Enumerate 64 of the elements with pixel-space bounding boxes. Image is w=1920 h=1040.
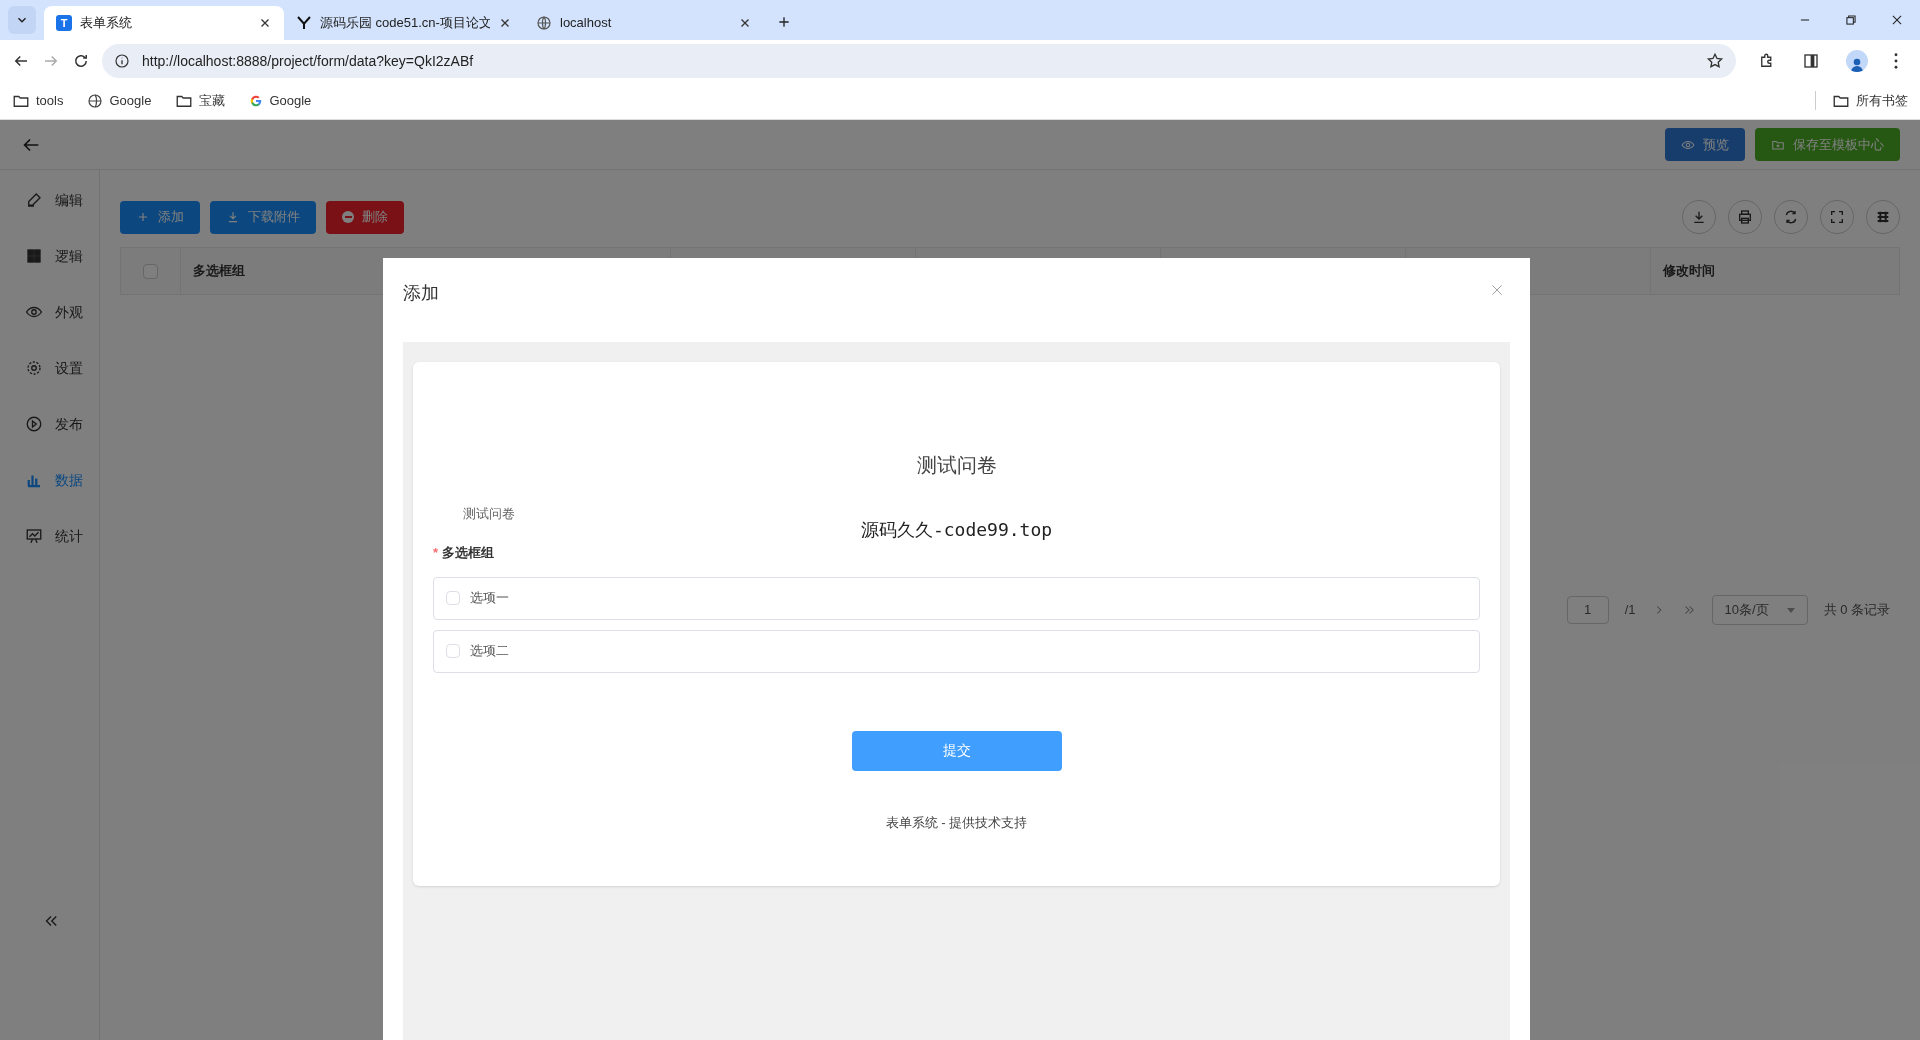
sidebar-item[interactable]: 编辑: [25, 185, 99, 215]
download-icon: [226, 210, 240, 224]
bookmark[interactable]: Google: [87, 90, 152, 111]
required-mark: *: [433, 544, 439, 562]
reload-icon: [72, 52, 90, 70]
app-logo: T: [56, 15, 72, 31]
toolbar-button[interactable]: 下载附件: [210, 200, 316, 234]
page-size-select[interactable]: 10条/页: [1711, 595, 1808, 625]
column-header: 多选框组: [193, 262, 245, 281]
tab-title: 表单系统: [80, 14, 133, 33]
globe-icon: [536, 15, 552, 31]
restore-icon: [1844, 13, 1858, 27]
powered-by-text: 表单系统 - 提供技术支持: [884, 813, 1029, 832]
all-bookmarks[interactable]: 所有书签: [1815, 90, 1908, 111]
bookmark[interactable]: Google: [249, 90, 312, 111]
star-icon: [1706, 52, 1724, 70]
presentation-icon: [25, 527, 43, 545]
profile-avatar[interactable]: [1846, 50, 1868, 72]
more-vertical-icon[interactable]: [1894, 53, 1898, 69]
header-button[interactable]: 预览: [1665, 128, 1745, 161]
sidebar-item[interactable]: 数据: [25, 465, 99, 495]
sidebar-item[interactable]: 设置: [25, 353, 99, 383]
sidebar-item[interactable]: 逻辑: [25, 241, 99, 271]
y-logo-icon: [296, 15, 312, 31]
info-icon: [114, 53, 130, 69]
sidebar-item[interactable]: 外观: [25, 297, 99, 327]
select-all-checkbox[interactable]: [143, 263, 158, 279]
toolbar-button[interactable]: 添加: [120, 200, 200, 234]
page-total: /1: [1624, 601, 1636, 620]
form-description: 测试问卷: [463, 505, 515, 523]
toolbar-button[interactable]: 删除: [326, 200, 404, 234]
page-input[interactable]: 1: [1566, 596, 1609, 624]
record-count: 共 0 条记录: [1823, 601, 1890, 620]
close-button[interactable]: [1489, 282, 1505, 298]
plus-icon: [776, 14, 792, 30]
submit-button[interactable]: 提交: [851, 730, 1062, 771]
sidebar-item[interactable]: 统计: [25, 521, 99, 551]
tab-list-button[interactable]: [8, 6, 36, 34]
checkbox-option[interactable]: 选项二: [433, 629, 1480, 673]
form-subtitle: 源码久久-code99.top: [860, 518, 1053, 542]
dropdown-icon: [1786, 607, 1795, 613]
field-label: 多选框组: [442, 544, 495, 562]
bookmark[interactable]: 宝藏: [175, 90, 226, 111]
plus-icon: [136, 210, 150, 224]
pen-icon: [25, 191, 43, 209]
play-icon: [25, 415, 43, 433]
sidebar-item[interactable]: 发布: [25, 409, 99, 439]
globe-icon: [87, 92, 104, 109]
close-icon: [1489, 282, 1505, 298]
column-header: 修改时间: [1663, 262, 1715, 281]
dialog-title: 添加: [403, 282, 439, 305]
checkbox[interactable]: [446, 591, 460, 605]
checkbox-option[interactable]: 选项一: [433, 576, 1480, 620]
url-text: http://localhost:8888/project/form/data?key=QkI2zABf: [142, 51, 474, 71]
google-icon: [249, 93, 264, 108]
address-bar[interactable]: http://localhost:8888/project/form/data?key=QkI2zABf: [102, 44, 1736, 78]
tab-title: localhost: [560, 14, 613, 33]
close-icon: [1890, 13, 1904, 27]
checkbox[interactable]: [446, 644, 460, 658]
browser-tab[interactable]: localhost: [524, 6, 764, 40]
bookmark[interactable]: tools: [12, 90, 64, 111]
browser-tab[interactable]: T 表单系统: [44, 6, 284, 40]
side-panel-icon: [1802, 52, 1820, 70]
form-title: 测试问卷: [915, 453, 998, 478]
